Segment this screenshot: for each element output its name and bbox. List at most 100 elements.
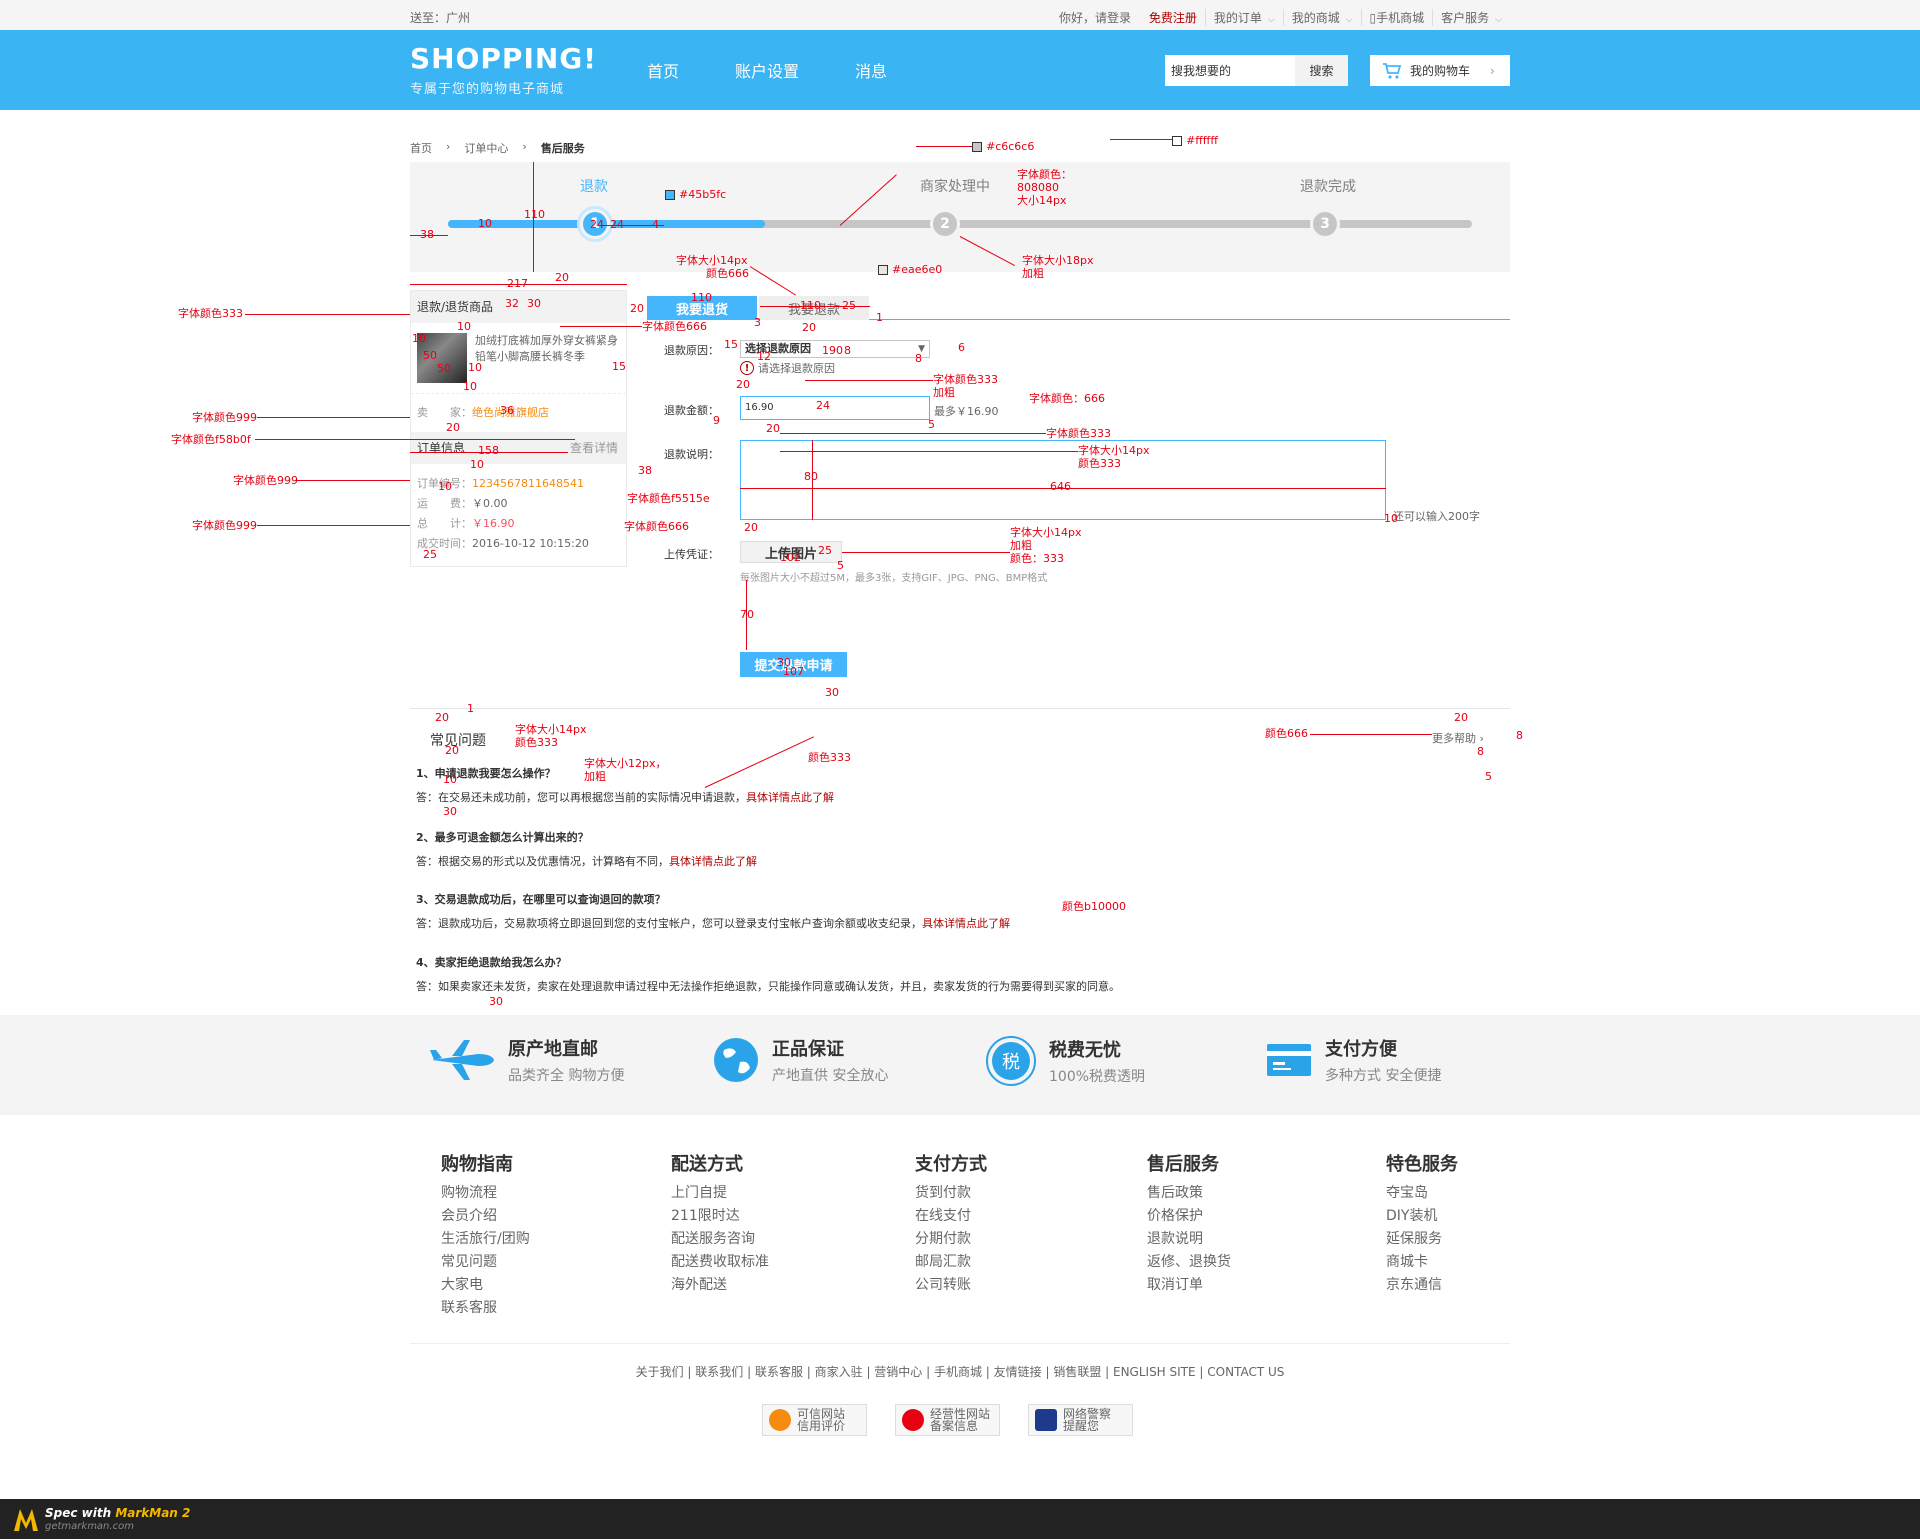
footer-link[interactable]: 在线支付 xyxy=(915,1205,987,1228)
swatch-annotation: #eae6e0 xyxy=(878,263,942,276)
footer-link[interactable]: 售后政策 xyxy=(1147,1182,1231,1205)
measure-label: 20 xyxy=(802,321,816,334)
faq-question: 1、申请退款我要怎么操作？ xyxy=(416,767,556,780)
footer-link[interactable]: 延保服务 xyxy=(1386,1228,1458,1251)
annotation-text: 字体颜色f58b0f xyxy=(171,433,251,446)
footer-link[interactable]: 常见问题 xyxy=(441,1251,530,1274)
freight-value: ￥0.00 xyxy=(472,497,508,510)
footer-link[interactable]: 商城卡 xyxy=(1386,1251,1458,1274)
measure-label: 110 xyxy=(524,208,545,221)
nav-home[interactable]: 首页 xyxy=(647,58,679,82)
footer-link[interactable]: 购物流程 xyxy=(441,1182,530,1205)
annotation-text: 加粗 xyxy=(933,386,955,399)
measure-line xyxy=(740,488,1386,489)
globe-icon xyxy=(714,1038,758,1082)
annotation-text: 颜色333 xyxy=(808,751,851,764)
trust-badge[interactable]: 经营性网站 备案信息 xyxy=(895,1404,1000,1436)
measure-label: 12 xyxy=(757,350,771,363)
faq-item: 2、最多可退金额怎么计算出来的？ 答：根据交易的形式以及优惠情况，计算略有不同，… xyxy=(416,829,1506,869)
breadcrumb-home[interactable]: 首页 xyxy=(410,140,432,156)
footer-link[interactable]: 上门自提 xyxy=(671,1182,769,1205)
footer-column: 支付方式 货到付款 在线支付 分期付款 邮局汇款 公司转账 xyxy=(915,1150,987,1297)
footer-link[interactable]: 配送费收取标准 xyxy=(671,1251,769,1274)
goods-name[interactable]: 加绒打底裤加厚外穿女裤紧身铅笔小脚高腰长裤冬季 xyxy=(475,333,620,383)
breadcrumb-order-center[interactable]: 订单中心 xyxy=(464,140,508,156)
footer-link[interactable]: 退款说明 xyxy=(1147,1228,1231,1251)
site-logo[interactable]: SHOPPING! xyxy=(410,42,597,75)
greeting-text[interactable]: 你好，请登录 xyxy=(1051,11,1139,25)
measure-label: 25 xyxy=(842,299,856,312)
measure-label: 20 xyxy=(630,302,644,315)
feature-title: 正品保证 xyxy=(772,1039,844,1060)
faq-more-link[interactable]: 更多帮助 › xyxy=(1432,730,1484,746)
footer-link[interactable]: 分期付款 xyxy=(915,1228,987,1251)
upload-label: 上传凭证： xyxy=(664,548,719,561)
annotation-text: 字体颜色333 xyxy=(1046,427,1111,440)
trust-badge[interactable]: 可信网站 信用评价 xyxy=(762,1404,867,1436)
customer-service-menu[interactable]: 客户服务 ⌵ xyxy=(1432,9,1510,26)
login-link[interactable]: 你好，请登录 免费注册 xyxy=(1043,9,1205,26)
my-mall-label: 我的商城 xyxy=(1291,11,1340,25)
faq-detail-link[interactable]: 具体详情点此了解 xyxy=(922,917,1010,930)
footer-link[interactable]: 生活旅行/团购 xyxy=(441,1228,530,1251)
order-detail-link[interactable]: 查看详情 xyxy=(570,432,618,464)
swatch-annotation: #c6c6c6 xyxy=(972,140,1034,153)
card-icon xyxy=(1267,1044,1311,1076)
breadcrumb-current: 售后服务 xyxy=(540,142,585,155)
cart-button[interactable]: 我的购物车 › xyxy=(1370,55,1510,86)
customer-service-label: 客户服务 xyxy=(1441,11,1490,25)
measure-label: 8 xyxy=(915,352,922,365)
trust-badge[interactable]: 网络警察 提醒您 xyxy=(1028,1404,1133,1436)
footer-link[interactable]: 夺宝岛 xyxy=(1386,1182,1458,1205)
search-button[interactable]: 搜索 xyxy=(1295,55,1348,86)
footer-column-title: 特色服务 xyxy=(1386,1154,1458,1175)
search-input[interactable] xyxy=(1165,55,1295,86)
measure-label: 50 xyxy=(423,349,437,362)
measure-line xyxy=(812,440,813,520)
annotation-text: 字体颜色999 xyxy=(192,519,257,532)
measure-label: 1 xyxy=(876,311,883,324)
features-band xyxy=(0,1015,1920,1115)
footer-link[interactable]: 价格保护 xyxy=(1147,1205,1231,1228)
upload-hint: 每张图片大小不超过5M，最多3张，支持GIF、JPG、PNG、BMP格式 xyxy=(740,573,1048,584)
credit-icon xyxy=(769,1409,791,1431)
footer-link[interactable]: 货到付款 xyxy=(915,1182,987,1205)
cart-label: 我的购物车 xyxy=(1410,64,1471,78)
footer-link[interactable]: 返修、退换货 xyxy=(1147,1251,1231,1274)
feature-item: 税 税费无忧 100%税费透明 xyxy=(985,1035,1145,1087)
footer-link[interactable]: 联系客服 xyxy=(441,1297,530,1320)
faq-item: 4、卖家拒绝退款给我怎么办？ 答：如果卖家还未发货，卖家在处理退款申请过程中无法… xyxy=(416,954,1506,994)
delivery-location[interactable]: 送至：广州 xyxy=(410,9,470,26)
measure-label: 1 xyxy=(467,702,474,715)
register-link[interactable]: 免费注册 xyxy=(1143,11,1197,25)
footer-link[interactable]: 邮局汇款 xyxy=(915,1251,987,1274)
order-sidebar: 退款/退货商品 加绒打底裤加厚外穿女裤紧身铅笔小脚高腰长裤冬季 卖 家：绝色尚雅… xyxy=(410,290,627,567)
measure-label: 15 xyxy=(724,338,738,351)
annotation-text: 字体颜色333 xyxy=(933,373,998,386)
my-orders-menu[interactable]: 我的订单 ⌵ xyxy=(1204,9,1283,26)
amount-input[interactable]: 16.90 xyxy=(740,396,930,420)
footer-link[interactable]: 海外配送 xyxy=(671,1274,769,1297)
footer-link[interactable]: 公司转账 xyxy=(915,1274,987,1297)
faq-detail-link[interactable]: 具体详情点此了解 xyxy=(669,855,757,868)
footer-link[interactable]: 配送服务咨询 xyxy=(671,1228,769,1251)
nav-messages[interactable]: 消息 xyxy=(855,58,887,82)
footer-link[interactable]: 会员介绍 xyxy=(441,1205,530,1228)
my-mall-menu[interactable]: 我的商城 ⌵ xyxy=(1282,9,1361,26)
footer-link[interactable]: DIY装机 xyxy=(1386,1205,1458,1228)
faq-detail-link[interactable]: 具体详情点此了解 xyxy=(746,791,834,804)
annotation-text: 字体大小12px， xyxy=(584,757,667,770)
step-dot-3: 3 xyxy=(1310,209,1340,239)
footer-link[interactable]: 京东通信 xyxy=(1386,1274,1458,1297)
footer-link[interactable]: 211限时达 xyxy=(671,1205,769,1228)
nav-account-settings[interactable]: 账户设置 xyxy=(735,58,799,82)
footer-link[interactable]: 大家电 xyxy=(441,1274,530,1297)
annotation-line xyxy=(916,146,972,147)
footer-link[interactable]: 取消订单 xyxy=(1147,1274,1231,1297)
footer-bottom-links[interactable]: 关于我们 | 联系我们 | 联系客服 | 商家入驻 | 营销中心 | 手机商城 … xyxy=(0,1363,1920,1380)
measure-label: 25 xyxy=(818,544,832,557)
measure-line xyxy=(600,225,664,226)
total-value: ￥16.90 xyxy=(472,517,515,530)
mobile-mall-link[interactable]: ▯手机商城 xyxy=(1360,9,1433,26)
annotation-text: 字体大小14px xyxy=(676,254,748,267)
